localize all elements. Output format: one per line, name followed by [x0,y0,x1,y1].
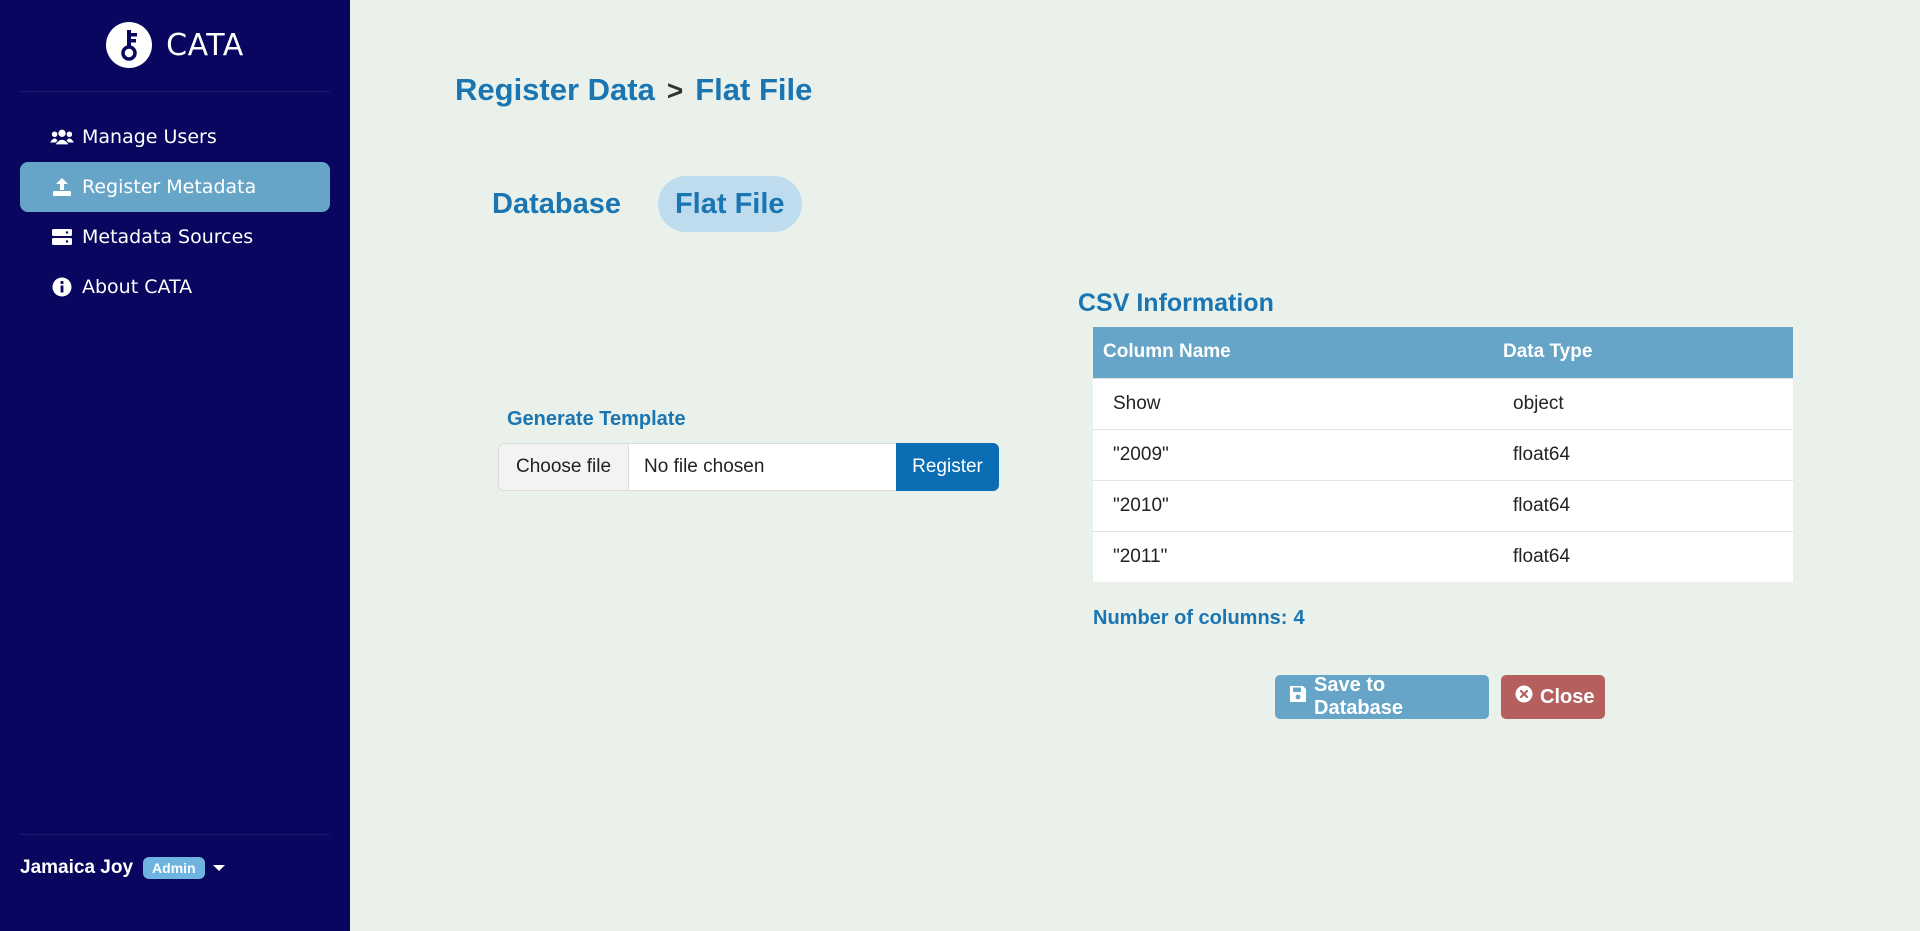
column-name-cell: Show [1093,377,1493,429]
save-button-label: Save to Database [1314,674,1403,719]
close-button[interactable]: Close [1501,675,1605,719]
server-icon [50,227,74,247]
save-to-database-button[interactable]: Save to Database [1275,674,1489,719]
file-input[interactable]: Choose file No file chosen [498,443,898,491]
data-type-cell: float64 [1493,530,1793,582]
column-count-value: 4 [1293,607,1305,629]
user-menu[interactable]: Jamaica Joy Admin [20,857,225,879]
divider [20,91,330,92]
sidebar-item-manage-users[interactable]: Manage Users [20,112,330,162]
table-row: Show object [1093,377,1793,429]
file-status: No file chosen [644,456,765,477]
brand-name: CATA [166,27,244,63]
data-type-cell: float64 [1493,428,1793,480]
sidebar-item-label: Register Metadata [82,176,257,198]
table-row: "2011" float64 [1093,530,1793,582]
breadcrumb-parent[interactable]: Register Data [455,72,655,108]
role-badge: Admin [143,857,205,879]
sidebar-nav: Manage Users Register Metadata Metadata … [20,112,330,312]
action-buttons: Save to Database Close [1275,674,1605,719]
column-count-label: Number of columns: [1093,607,1288,629]
table-header-row: Column Name Data Type [1093,327,1793,378]
table-row: "2009" float64 [1093,428,1793,480]
data-type-cell: float64 [1493,479,1793,531]
divider [20,834,330,835]
csv-information-title: CSV Information [1078,289,1274,317]
sidebar-item-metadata-sources[interactable]: Metadata Sources [20,212,330,262]
sidebar-item-register-metadata[interactable]: Register Metadata [20,162,330,212]
generate-template-label: Generate Template [507,408,686,430]
brand[interactable]: CATA [0,20,350,70]
tab-database[interactable]: Database [475,176,638,232]
sidebar-item-label: Metadata Sources [82,226,254,248]
sidebar-item-label: About CATA [82,276,193,298]
info-icon [50,277,74,297]
sidebar: CATA Manage Users Register Metadata Meta… [0,0,350,931]
breadcrumb: Register Data > Flat File [455,72,812,108]
column-header: Column Name [1093,327,1493,378]
key-logo-icon [106,22,153,68]
file-upload-group: Choose file No file chosen Register [498,443,999,491]
breadcrumb-separator: > [666,75,684,106]
choose-file-button[interactable]: Choose file [499,444,629,490]
upload-icon [50,177,74,197]
breadcrumb-current: Flat File [695,72,813,107]
close-button-label: Close [1540,685,1595,708]
column-name-cell: "2009" [1093,428,1493,480]
sidebar-item-about-cata[interactable]: About CATA [20,262,330,312]
close-circle-icon [1515,685,1533,709]
source-tabs: Database Flat File [475,176,802,232]
user-name: Jamaica Joy [20,857,134,878]
column-name-cell: "2011" [1093,530,1493,582]
sidebar-item-label: Manage Users [82,126,217,148]
column-header: Data Type [1493,327,1793,378]
table-row: "2010" float64 [1093,479,1793,531]
floppy-disk-icon [1289,685,1307,709]
tab-flat-file[interactable]: Flat File [657,176,802,232]
register-button[interactable]: Register [896,443,999,491]
csv-info-table: Column Name Data Type Show object "2009"… [1093,327,1793,582]
data-type-cell: object [1493,377,1793,429]
caret-down-icon[interactable] [212,865,225,871]
users-icon [50,127,74,147]
column-name-cell: "2010" [1093,479,1493,531]
column-count: Number of columns: 4 [1093,607,1305,630]
